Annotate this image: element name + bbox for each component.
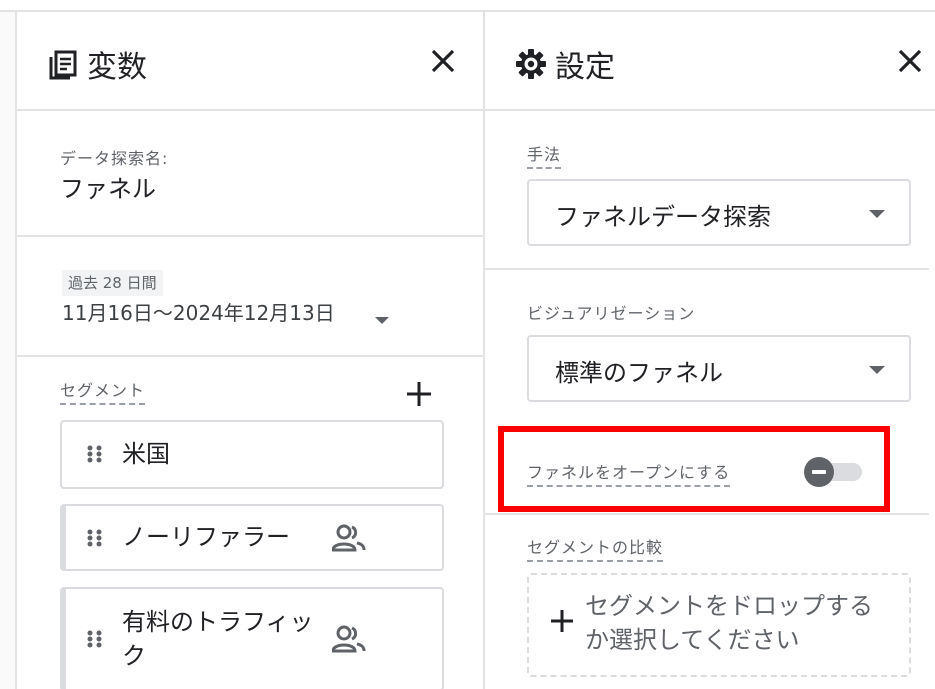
settings-panel: 設定 手法 ファネルデータ探索 ビジュアリゼーション 標準のファネル ファネルを… (485, 12, 935, 689)
segment-card-paid-traffic[interactable]: 有料のトラフィッ ク (60, 587, 444, 689)
dropdown-arrow-icon (869, 210, 885, 218)
technique-selected-value: ファネルデータ探索 (555, 203, 771, 231)
segment-label: 有料のトラフィッ ク (122, 605, 314, 673)
visualization-select[interactable]: 標準のファネル (527, 335, 911, 402)
dropzone-text-line1: セグメントをドロップする (585, 592, 873, 620)
date-range-picker[interactable]: 過去 28 日間 11月16日～2024年12月13日 (17, 237, 483, 357)
dropzone-text-line2: か選択してください (585, 626, 800, 654)
open-funnel-label: ファネルをオープンにする (527, 459, 731, 487)
close-icon[interactable] (428, 46, 458, 76)
variables-panel: 変数 データ探索名: ファネル 過去 28 日間 11月16日～2024年12月… (17, 12, 485, 689)
divider (485, 513, 929, 515)
segment-label-line1: 有料のトラフィッ (122, 608, 314, 636)
open-funnel-toggle[interactable] (804, 457, 866, 487)
dropdown-arrow-icon (869, 366, 885, 374)
visualization-label: ビジュアリゼーション (527, 304, 696, 323)
exploration-name-label: データ探索名: (60, 149, 169, 168)
dropzone-text: セグメントをドロップする か選択してください (585, 589, 895, 657)
segment-label: 米国 (122, 440, 170, 468)
visualization-selected-value: 標準のファネル (555, 359, 723, 387)
exploration-name-section: データ探索名: ファネル (17, 111, 483, 237)
segment-card-no-referrer[interactable]: ノーリファラー (60, 504, 444, 571)
technique-label: 手法 (527, 141, 562, 169)
top-border (0, 0, 935, 12)
user-segment-icon (332, 524, 366, 552)
variables-panel-header: 変数 (17, 12, 483, 111)
plus-icon (551, 610, 573, 632)
technique-select[interactable]: ファネルデータ探索 (527, 179, 911, 246)
toggle-thumb (804, 457, 834, 487)
add-segment-icon[interactable] (405, 380, 433, 408)
segment-comparison-label: セグメントの比較 (527, 534, 664, 562)
drag-handle-icon[interactable] (86, 629, 104, 649)
technique-section: 手法 ファネルデータ探索 (485, 111, 929, 270)
variables-list-icon (49, 50, 77, 80)
drag-handle-icon[interactable] (86, 528, 104, 548)
chevron-down-icon (375, 317, 389, 324)
variables-panel-title: 変数 (47, 42, 147, 86)
segments-label: セグメント (60, 377, 146, 405)
segment-label: ノーリファラー (122, 523, 290, 551)
date-range-badge: 過去 28 日間 (62, 270, 163, 296)
user-segment-icon (332, 625, 366, 653)
exploration-name-input[interactable]: ファネル (60, 169, 156, 204)
settings-panel-title: 設定 (515, 42, 615, 86)
segment-card-usa[interactable]: 米国 (60, 420, 444, 489)
segment-label-line2: ク (122, 642, 146, 670)
close-icon[interactable] (895, 46, 925, 76)
left-edge-strip (0, 12, 17, 689)
settings-title-text: 設定 (555, 50, 615, 85)
variables-title-text: 変数 (87, 50, 147, 85)
settings-panel-header: 設定 (485, 12, 935, 111)
segment-comparison-dropzone[interactable]: セグメントをドロップする か選択してください (527, 573, 911, 677)
gear-icon (516, 49, 546, 79)
drag-handle-icon[interactable] (86, 444, 104, 464)
date-range-value: 11月16日～2024年12月13日 (62, 301, 335, 325)
